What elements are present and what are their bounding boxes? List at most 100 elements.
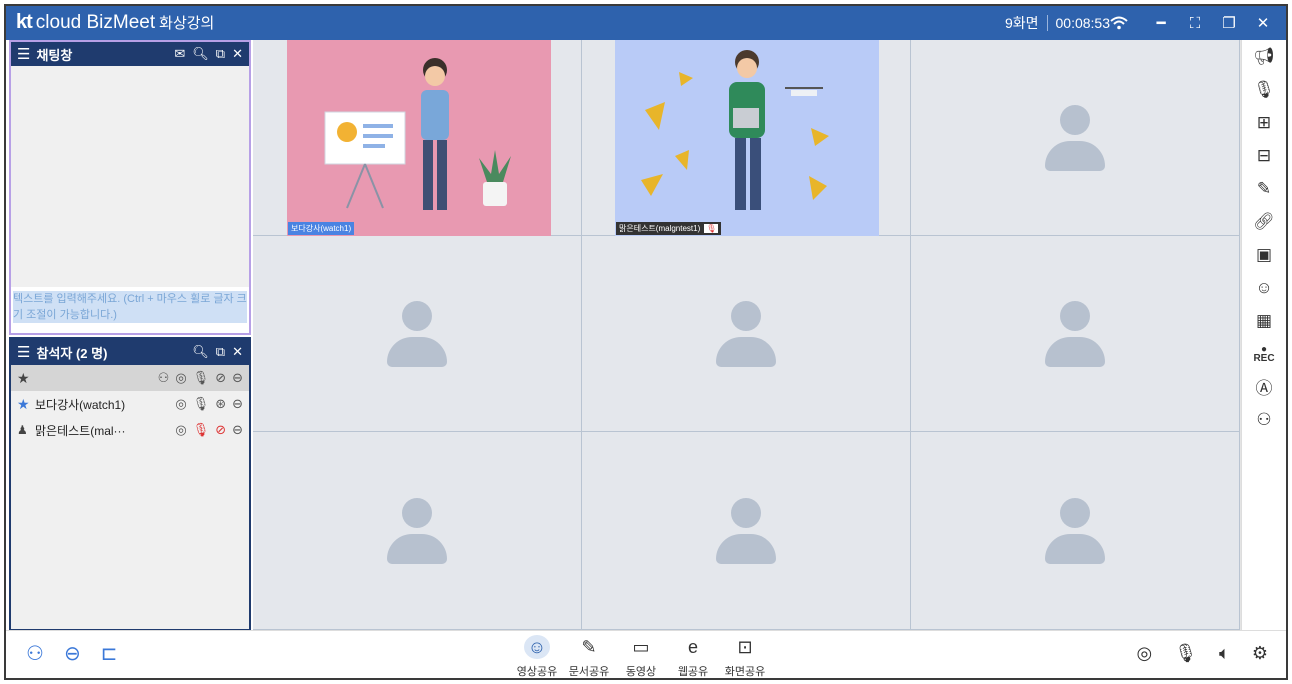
note-icon[interactable]: ✎ [1242,172,1286,205]
camera-icon[interactable]: ◎ [175,422,186,438]
bottom-right-controls: ◎ 🎙︎ 🔈︎ ⚙ [1136,643,1268,664]
person-icon: ♟ [17,423,28,437]
avatar-placeholder-icon [1045,300,1105,367]
presenter-illustration [641,50,829,210]
video-share-button[interactable]: ☺ 영상공유 [511,635,563,678]
chat-title: 채팅창 [36,47,73,63]
video-share-label: 영상공유 [516,666,558,678]
fullscreen-icon[interactable]: ⛶ [1178,15,1212,32]
grid-layout-icon[interactable]: ⊞ [1242,106,1286,139]
mic-icon[interactable]: 🎙︎ [1174,643,1197,664]
title-bar-controls: 9화면 00:08:53 ━ ⛶ ❐ ✕ [1005,6,1280,40]
mic-off-icon: 🎙︎ [704,224,719,233]
video-tile-empty[interactable] [911,236,1240,432]
chat-input[interactable]: 텍스트를 입력해주세요. (Ctrl + 마우스 휠로 글자 크기 조절이 가능… [11,287,249,333]
video-name-label: 맑은테스트(malgntest1) 🎙︎ [616,222,722,235]
video-camera-icon: ▭ [632,636,650,657]
camera-icon[interactable]: ◎ [1136,643,1152,664]
participants-panel-header: ☰ 참석자 (2 명) 🔍︎ ⧉ ✕ [11,339,249,365]
palette-off-icon[interactable]: ⊘ [215,370,226,386]
star-icon[interactable]: ★ [17,396,35,413]
layout-label[interactable]: 9화면 [1005,13,1039,33]
menu-icon[interactable]: ☰ [17,45,30,63]
record-label: REC [1253,352,1275,364]
announce-icon[interactable]: 📢︎ [1242,40,1286,73]
camera-icon[interactable]: ◎ [175,370,186,386]
list-item[interactable]: ★ 보다강사(watch1) ◎ 🎙︎ ⊛ ⊖ [11,391,249,417]
palette-icon[interactable]: ⊛ [215,396,226,412]
participants-header-icons: 🔍︎ ⧉ ✕ [192,344,243,360]
presenter-illustration [324,58,511,210]
bottom-left-controls: ⚇ ⊖ ⊏ [26,641,117,666]
popout-icon[interactable]: ⧉ [216,46,225,62]
close-button[interactable]: ✕ [1246,14,1280,32]
chat-panel: ☰ 채팅창 ✉ 🔍︎ ⧉ ✕ 텍스트를 입력해주세요. (Ctrl + 마우스 … [9,40,251,335]
palette-off-icon[interactable]: ⊘ [215,422,226,438]
popout-icon[interactable]: ⧉ [216,344,225,360]
mic-icon[interactable]: 🎙︎ [193,396,210,412]
chat-icon[interactable]: ⊖ [232,370,243,386]
close-icon[interactable]: ✕ [232,344,243,360]
web-share-label: 웹공유 [677,666,709,678]
participants-toggle-icon[interactable]: ⚇ [26,641,44,666]
video-tile[interactable]: 맑은테스트(malgntest1) 🎙︎ [582,40,911,236]
reaction-icon[interactable]: ☺ [1242,271,1286,304]
participants-panel: ☰ 참석자 (2 명) 🔍︎ ⧉ ✕ ★ ⚇ ◎ 🎙︎ ⊘ ⊖ ★ 보다강사(w… [9,337,251,631]
background-blur-icon[interactable]: ▦ [1242,304,1286,337]
search-icon[interactable]: 🔍︎ [192,46,209,62]
video-feed: 맑은테스트(malgntest1) 🎙︎ [615,40,879,236]
chat-icon[interactable]: ⊖ [232,396,243,412]
participants-header-row: ★ ⚇ ◎ 🎙︎ ⊘ ⊖ [11,365,249,391]
participant-icons: ◎ 🎙︎ ⊘ ⊖ [175,422,243,438]
video-file-button[interactable]: ▭ 동영상 [615,635,667,679]
layout-pin-icon[interactable]: ⊟ [1242,139,1286,172]
menu-icon[interactable]: ☰ [17,343,30,361]
avatar-placeholder-icon [387,497,447,564]
browser-icon: e [687,636,698,657]
settings-gear-icon[interactable]: ⚙ [1252,643,1268,664]
video-name-text: 맑은테스트(malgntest1) [619,224,701,233]
mail-icon[interactable]: ✉ [174,46,185,62]
video-tile-empty[interactable] [253,236,582,432]
bottom-toolbar: ⚇ ⊖ ⊏ ☺ 영상공유 ✎ 문서공유 ▭ 동영상 e 웹공유 ⊡ 화면공유 ◎… [6,630,1286,679]
camera-icon[interactable]: ◎ [175,396,186,412]
list-item[interactable]: ♟ 맑은테스트(mal··· ◎ 🎙︎ ⊘ ⊖ [11,417,249,443]
video-tile-empty[interactable] [253,432,582,630]
chat-icon[interactable]: ⊖ [232,422,243,438]
minimize-button[interactable]: ━ [1144,14,1178,32]
video-tile-empty[interactable] [582,236,911,432]
chat-toggle-icon[interactable]: ⊖ [64,641,81,666]
session-timer: 00:08:53 [1055,15,1111,31]
screen-share-label: 화면공유 [724,666,766,678]
search-icon[interactable]: 🔍︎ [192,344,209,360]
restore-button[interactable]: ❐ [1212,14,1246,32]
avatar-placeholder-icon [716,300,776,367]
profile-card-icon[interactable]: ▣ [1242,238,1286,271]
video-tile[interactable]: 보다강사(watch1) [253,40,582,236]
mute-all-icon[interactable]: 🎙︎ [1242,73,1286,106]
web-share-button[interactable]: e 웹공유 [667,635,719,679]
kt-logo: kt [16,11,33,33]
mic-off-icon[interactable]: 🎙︎ [193,422,210,438]
course-title: 화상강의 [159,15,215,32]
document-share-button[interactable]: ✎ 문서공유 [563,635,615,679]
screen-share-button[interactable]: ⊡ 화면공유 [719,635,771,679]
share-controls: ☺ 영상공유 ✎ 문서공유 ▭ 동영상 e 웹공유 ⊡ 화면공유 [511,635,771,679]
link-icon[interactable]: 🔗︎ [1242,205,1286,238]
document-share-label: 문서공유 [568,666,610,678]
video-tile-empty[interactable] [911,40,1240,236]
participants-title: 참석자 (2 명) [36,345,108,361]
layout-tree-icon[interactable]: ⊏ [101,641,118,666]
mic-mute-icon[interactable]: 🎙︎ [193,370,210,386]
close-icon[interactable]: ✕ [232,46,243,62]
user-off-icon[interactable]: ⚇ [158,370,170,386]
speaker-icon[interactable]: 🔈︎ [1219,643,1230,664]
smile-icon: ☺ [524,635,550,659]
app-window: kt cloud BizMeet 화상강의 9화면 00:08:53 ━ ⛶ ❐… [4,4,1288,680]
font-size-icon[interactable]: Ⓐ [1242,370,1286,403]
video-tile-empty[interactable] [582,432,911,630]
star-icon[interactable]: ★ [17,370,35,387]
add-user-icon[interactable]: ⚇ [1242,403,1286,436]
video-tile-empty[interactable] [911,432,1240,630]
record-button[interactable]: ● REC [1242,337,1286,370]
